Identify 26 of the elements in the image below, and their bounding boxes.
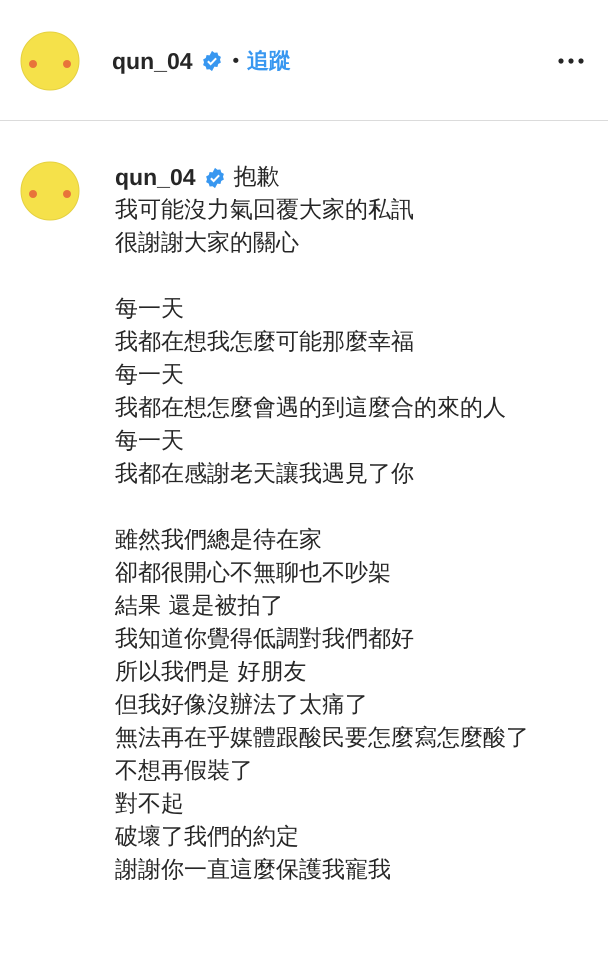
- caption-text: 每一天: [115, 361, 185, 390]
- caption-text: 我知道你覺得低調對我們都好: [115, 625, 415, 654]
- more-options-icon[interactable]: [558, 58, 584, 64]
- separator: •: [230, 50, 242, 72]
- caption-text: 抱歉: [234, 163, 280, 192]
- caption-text: 但我好像沒辦法了太痛了: [115, 691, 369, 720]
- caption-text: 無法再在乎媒體跟酸民要怎麼寫怎麼酸了: [115, 724, 530, 753]
- caption-text: 我都在想我怎麼可能那麼幸福: [115, 328, 415, 357]
- avatar[interactable]: [20, 161, 80, 221]
- caption-text: 我可能沒力氣回覆大家的私訊: [115, 196, 415, 225]
- caption-text: 卻都很開心不無聊也不吵架: [115, 559, 392, 588]
- caption-text: 結果 還是被拍了: [115, 592, 284, 621]
- caption-text: 對不起: [115, 790, 185, 819]
- caption-text: 我都在感謝老天讓我遇見了你: [115, 460, 415, 489]
- caption-text: 破壞了我們的約定: [115, 823, 300, 852]
- username[interactable]: qun_04: [112, 48, 193, 74]
- username[interactable]: qun_04: [115, 161, 196, 194]
- caption-text: 謝謝你一直這麼保護我寵我: [115, 856, 392, 885]
- avatar[interactable]: [20, 31, 80, 91]
- caption-text: 每一天: [115, 427, 185, 456]
- caption-text: 不想再假裝了: [115, 757, 254, 786]
- caption-text: 所以我們是 好朋友: [115, 658, 308, 687]
- caption-text: 很謝謝大家的關心: [115, 229, 300, 258]
- caption-text: 我都在想怎麼會遇的到這麼合的來的人: [115, 394, 507, 423]
- caption-text: 每一天: [115, 295, 185, 324]
- caption-text: 雖然我們總是待在家: [115, 526, 323, 555]
